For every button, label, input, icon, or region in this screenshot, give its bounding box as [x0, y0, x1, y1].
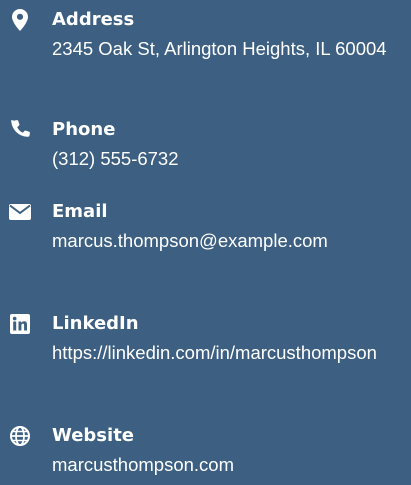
email-value[interactable]: marcus.thompson@example.com: [52, 228, 404, 253]
map-pin-icon: [8, 8, 32, 32]
contact-item-linkedin: LinkedIn https://linkedin.com/in/marcust…: [0, 312, 411, 404]
website-label: Website: [52, 425, 135, 446]
contact-item-address: Address 2345 Oak St, Arlington Heights, …: [0, 8, 411, 100]
phone-label: Phone: [52, 119, 116, 140]
phone-icon: [8, 118, 32, 142]
address-label: Address: [52, 9, 135, 30]
globe-icon: [8, 424, 32, 448]
contact-item-website: Website marcusthompson.com: [0, 424, 411, 484]
linkedin-value[interactable]: https://linkedin.com/in/marcusthompson: [52, 340, 404, 365]
address-value: 2345 Oak St, Arlington Heights, IL 60004: [52, 38, 387, 59]
contact-item-phone: Phone (312) 555-6732: [0, 118, 411, 182]
envelope-icon: [8, 200, 32, 224]
phone-value[interactable]: (312) 555-6732: [52, 146, 404, 171]
email-label: Email: [52, 201, 108, 222]
website-value[interactable]: marcusthompson.com: [52, 452, 404, 477]
contact-info-panel: Address 2345 Oak St, Arlington Heights, …: [0, 0, 411, 485]
linkedin-label: LinkedIn: [52, 313, 139, 334]
linkedin-icon: [8, 312, 32, 336]
contact-item-email: Email marcus.thompson@example.com: [0, 200, 411, 292]
